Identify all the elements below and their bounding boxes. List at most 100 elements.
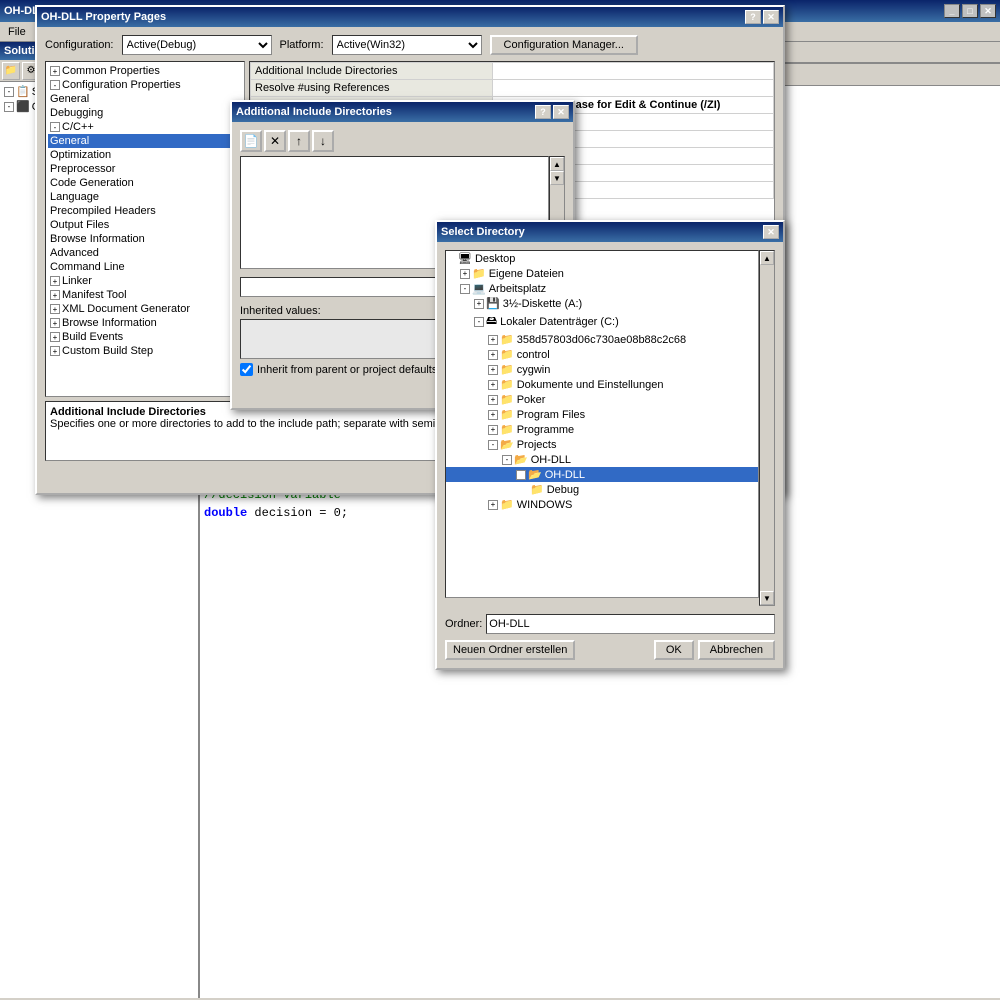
addl-help-btn[interactable]: ? <box>535 105 551 119</box>
pp-tree-linker[interactable]: + Linker <box>48 274 242 288</box>
seldir-item-windows[interactable]: + 📁 WINDOWS <box>446 497 758 512</box>
manifest-expander[interactable]: + <box>50 290 60 300</box>
addl-new-btn[interactable]: 📄 <box>240 130 262 152</box>
prop-row-addl-include[interactable]: Additional Include Directories <box>251 63 774 80</box>
seldir-item-programme[interactable]: + 📁 Programme <box>446 422 758 437</box>
seldir-item-programfiles[interactable]: + 📁 Program Files <box>446 407 758 422</box>
dokumente-expander[interactable]: + <box>488 380 498 390</box>
seldir-item-arbeitsplatz[interactable]: - 💻 Arbeitsplatz <box>446 281 758 296</box>
ohdll-parent-expander[interactable]: - <box>502 455 512 465</box>
pp-tree-language[interactable]: Language <box>48 190 242 204</box>
eigene-expander[interactable]: + <box>460 269 470 279</box>
pp-tree-browse[interactable]: + Browse Information <box>48 316 242 330</box>
pp-tree-precomp[interactable]: Precompiled Headers <box>48 204 242 218</box>
poker-expander[interactable]: + <box>488 395 498 405</box>
seldir-item-debug[interactable]: 📁 Debug <box>446 482 758 497</box>
seldir-scroll-down[interactable]: ▼ <box>760 591 774 605</box>
projects-expander[interactable]: - <box>488 440 498 450</box>
addl-up-btn[interactable]: ↑ <box>288 130 310 152</box>
config-label: Configuration: <box>45 39 114 51</box>
pp-tree-build-events[interactable]: + Build Events <box>48 330 242 344</box>
programme-expander[interactable]: + <box>488 425 498 435</box>
seldir-item-ohdll-parent[interactable]: - 📂 OH-DLL <box>446 452 758 467</box>
folder-icon-cygwin: 📁 <box>500 363 514 376</box>
pp-tree-advanced[interactable]: Advanced <box>48 246 242 260</box>
ordner-input[interactable] <box>486 614 775 634</box>
maximize-button[interactable]: □ <box>962 4 978 18</box>
config-manager-button[interactable]: Configuration Manager... <box>490 35 638 55</box>
pp-tree-cmdline[interactable]: Command Line <box>48 260 242 274</box>
scroll-up-btn[interactable]: ▲ <box>550 157 564 171</box>
seldir-item-desktop[interactable]: 🖥 Desktop <box>446 251 758 266</box>
custom-build-expander[interactable]: + <box>50 346 60 356</box>
seldir-label-projects: Projects <box>517 439 557 451</box>
pp-tree-output[interactable]: Output Files <box>48 218 242 232</box>
arbeitsplatz-expander[interactable]: - <box>460 284 470 294</box>
menu-file[interactable]: File <box>2 24 32 40</box>
build-events-expander[interactable]: + <box>50 332 60 342</box>
config-select[interactable]: Active(Debug) <box>122 35 272 55</box>
seldir-item-cygwin[interactable]: + 📁 cygwin <box>446 362 758 377</box>
pp-close-btn[interactable]: ✕ <box>763 10 779 24</box>
seldir-close-btn[interactable]: ✕ <box>763 225 779 239</box>
pp-tree-code-gen[interactable]: Code Generation <box>48 176 242 190</box>
pp-tree-general[interactable]: General <box>48 92 242 106</box>
seldir-item-358d[interactable]: + 📁 358d57803d06c730ae08b88c2c68 <box>446 332 758 347</box>
pp-tree-common[interactable]: + Common Properties <box>48 64 242 78</box>
seldir-cancel-btn[interactable]: Abbrechen <box>698 640 775 660</box>
inherit-checkbox[interactable] <box>240 363 253 376</box>
config-expander[interactable]: - <box>50 80 60 90</box>
se-project-expander[interactable]: - <box>4 102 14 112</box>
scroll-down-btn[interactable]: ▼ <box>550 171 564 185</box>
pp-tree-cpp-general[interactable]: General <box>48 134 242 148</box>
close-button[interactable]: ✕ <box>980 4 996 18</box>
seldir-new-folder-btn[interactable]: Neuen Ordner erstellen <box>445 640 575 660</box>
cygwin-expander[interactable]: + <box>488 365 498 375</box>
minimize-button[interactable]: _ <box>944 4 960 18</box>
programfiles-expander[interactable]: + <box>488 410 498 420</box>
pp-tree-browse-info[interactable]: Browse Information <box>48 232 242 246</box>
c-expander[interactable]: - <box>474 317 484 327</box>
seldir-item-ohdll[interactable]: - 📂 OH-DLL <box>446 467 758 482</box>
cpp-expander[interactable]: - <box>50 122 60 132</box>
seldir-scrollbar[interactable]: ▲ ▼ <box>759 250 775 606</box>
floppy-expander[interactable]: + <box>474 299 484 309</box>
pp-tree-debugging[interactable]: Debugging <box>48 106 242 120</box>
pp-tree-cpp[interactable]: - C/C++ <box>48 120 242 134</box>
seldir-item-poker[interactable]: + 📁 Poker <box>446 392 758 407</box>
pp-tree-xml[interactable]: + XML Document Generator <box>48 302 242 316</box>
windows-expander[interactable]: + <box>488 500 498 510</box>
folder-358d-expander[interactable]: + <box>488 335 498 345</box>
pp-tree-custom-build[interactable]: + Custom Build Step <box>48 344 242 358</box>
seldir-tree[interactable]: 🖥 Desktop + 📁 Eigene Dateien - 💻 Arbeits… <box>445 250 759 598</box>
pp-tree-config[interactable]: - Configuration Properties <box>48 78 242 92</box>
seldir-item-dokumente[interactable]: + 📁 Dokumente und Einstellungen <box>446 377 758 392</box>
folder-icon-poker: 📁 <box>500 393 514 406</box>
seldir-item-floppy[interactable]: + 💾 3½-Diskette (A:) <box>446 296 758 311</box>
control-expander[interactable]: + <box>488 350 498 360</box>
pp-tree-manifest[interactable]: + Manifest Tool <box>48 288 242 302</box>
seldir-item-eigene[interactable]: + 📁 Eigene Dateien <box>446 266 758 281</box>
linker-expander[interactable]: + <box>50 276 60 286</box>
prop-row-resolve[interactable]: Resolve #using References <box>251 80 774 97</box>
addl-down-btn[interactable]: ↓ <box>312 130 334 152</box>
seldir-item-projects[interactable]: - 📂 Projects <box>446 437 758 452</box>
xml-expander[interactable]: + <box>50 304 60 314</box>
ohdll-expander[interactable]: - <box>516 470 526 480</box>
seldir-label-dokumente: Dokumente und Einstellungen <box>517 379 664 391</box>
seldir-item-c[interactable]: - 🖴 Lokaler Datenträger (C:) <box>446 311 758 332</box>
se-solution-expander[interactable]: - <box>4 87 14 97</box>
common-expander[interactable]: + <box>50 66 60 76</box>
pp-tree-optimization[interactable]: Optimization <box>48 148 242 162</box>
pp-tree[interactable]: + Common Properties - Configuration Prop… <box>45 61 245 397</box>
browse-expander[interactable]: + <box>50 318 60 328</box>
seldir-item-control[interactable]: + 📁 control <box>446 347 758 362</box>
se-new-solution-btn[interactable]: 📁 <box>2 62 20 80</box>
seldir-scroll-up[interactable]: ▲ <box>760 251 774 265</box>
pp-tree-preprocessor[interactable]: Preprocessor <box>48 162 242 176</box>
platform-select[interactable]: Active(Win32) <box>332 35 482 55</box>
addl-close-btn[interactable]: ✕ <box>553 105 569 119</box>
seldir-ok-btn[interactable]: OK <box>654 640 694 660</box>
addl-delete-btn[interactable]: ✕ <box>264 130 286 152</box>
pp-help-btn[interactable]: ? <box>745 10 761 24</box>
